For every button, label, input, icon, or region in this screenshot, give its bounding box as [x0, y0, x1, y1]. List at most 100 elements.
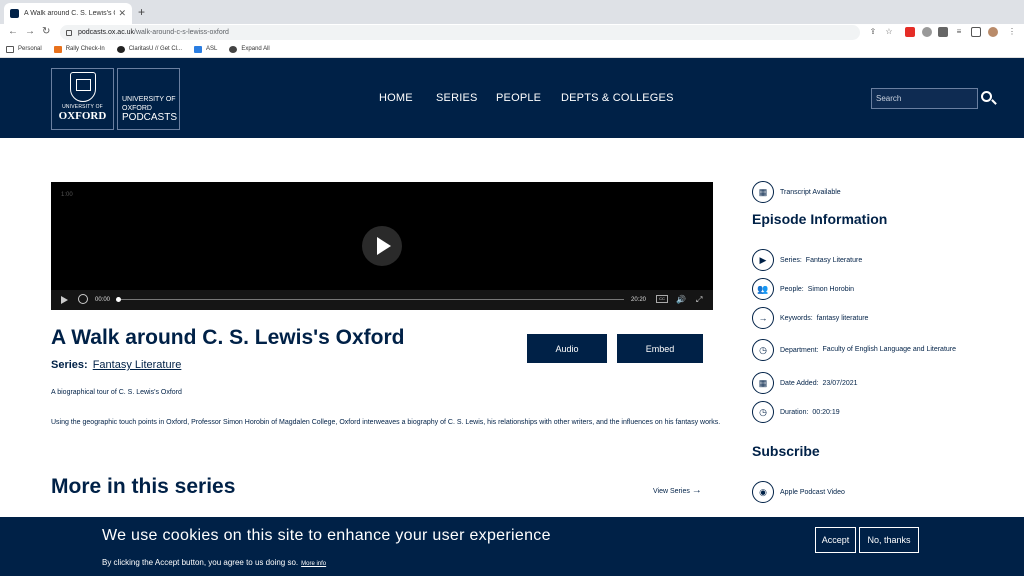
info-keywords-link[interactable]: fantasy literature: [817, 315, 869, 322]
series-label: Series:: [51, 359, 88, 371]
close-tab-icon[interactable]: ✕: [118, 8, 126, 19]
profile-avatar[interactable]: [988, 27, 998, 37]
nav-people[interactable]: PEOPLE: [496, 92, 541, 104]
url-host: podcasts.ox.ac.uk: [78, 29, 135, 36]
transcript-row[interactable]: ▦ Transcript Available: [752, 181, 841, 203]
oxford-logo[interactable]: UNIVERSITY OF OXFORD: [51, 68, 114, 130]
bookmark-expand-all[interactable]: Expand All: [229, 45, 270, 53]
podcasts-logo[interactable]: UNIVERSITY OF OXFORD PODCASTS: [117, 68, 180, 130]
calendar-icon: ▦: [752, 372, 774, 394]
current-time: 00:00: [95, 297, 111, 303]
browser-tab[interactable]: A Walk around C. S. Lewis's Ox ✕: [4, 3, 132, 24]
volume-icon[interactable]: 🔊: [676, 295, 686, 304]
nav-depts-colleges[interactable]: DEPTS & COLLEGES: [561, 92, 674, 104]
claritas-icon: [116, 45, 125, 53]
captions-icon[interactable]: CC: [656, 295, 668, 303]
address-bar-row: ← → ↻ podcasts.ox.ac.uk/walk-around-c-s-…: [0, 24, 1024, 41]
podcast-icon: ◉: [752, 481, 774, 503]
decline-cookies-button[interactable]: No, thanks: [859, 527, 919, 553]
cookie-banner: We use cookies on this site to enhance y…: [0, 517, 1024, 576]
episode-info-heading: Episode Information: [752, 211, 888, 227]
cookie-more-info-link[interactable]: More info: [301, 561, 326, 567]
reload-icon[interactable]: ↻: [42, 26, 50, 37]
podcasts-logo-line1: UNIVERSITY OF: [122, 96, 176, 103]
info-duration-row: ◷ Duration: 00:20:19: [752, 401, 840, 423]
audio-button[interactable]: Audio: [527, 334, 607, 363]
progress-track[interactable]: [118, 299, 624, 300]
arrow-right-icon: →: [752, 307, 774, 329]
bookmark-claritas[interactable]: ClaritasU // Get Cl...: [116, 45, 182, 53]
embed-button[interactable]: Embed: [617, 334, 703, 363]
forward-icon[interactable]: →: [25, 26, 35, 37]
subscribe-heading: Subscribe: [752, 443, 820, 459]
more-in-series-heading: More in this series: [51, 475, 236, 498]
info-people-row: 👥 People: Simon Horobin: [752, 278, 854, 300]
info-date-row: ▦ Date Added: 23/07/2021: [752, 372, 858, 394]
bookmark-star-icon[interactable]: ☆: [884, 27, 894, 37]
search-input[interactable]: Search: [871, 88, 978, 109]
extension-icon[interactable]: [922, 27, 932, 37]
folder-icon: [6, 45, 14, 53]
logo-oxford-text: OXFORD: [58, 110, 107, 122]
search-button[interactable]: [979, 88, 997, 109]
podcasts-logo-line3: PODCASTS: [122, 112, 178, 123]
episode-series: Series: Fantasy Literature: [51, 359, 181, 371]
side-panel-icon[interactable]: [971, 27, 981, 37]
hover-time-tooltip: 1:00: [61, 192, 73, 198]
new-tab-icon[interactable]: +: [138, 5, 145, 19]
clock-icon: ◷: [752, 401, 774, 423]
globe-icon: [229, 45, 238, 53]
tab-title: A Walk around C. S. Lewis's Ox: [24, 10, 116, 17]
cookie-subtext: By clicking the Accept button, you agree…: [102, 558, 327, 567]
rewind-icon[interactable]: [78, 294, 88, 304]
youtube-extension-icon[interactable]: [905, 27, 915, 37]
clock-icon: ◷: [752, 339, 774, 361]
browser-tab-strip: A Walk around C. S. Lewis's Ox ✕ +: [0, 0, 1024, 24]
more-menu-icon[interactable]: ⋮: [1007, 27, 1017, 37]
info-series-link[interactable]: Fantasy Literature: [806, 257, 862, 264]
asl-icon: [194, 45, 203, 53]
url-bar[interactable]: podcasts.ox.ac.uk/walk-around-c-s-lewiss…: [60, 25, 860, 40]
info-keywords-row: → Keywords: fantasy literature: [752, 307, 868, 329]
play-icon[interactable]: [61, 296, 68, 304]
nav-home[interactable]: HOME: [379, 92, 413, 104]
video-player[interactable]: 1:00 00:00 20:20 CC 🔊 ⤢: [51, 182, 713, 310]
info-date-value: 23/07/2021: [822, 379, 858, 387]
arrow-right-icon: →: [691, 485, 702, 496]
episode-long-description: Using the geographic touch points in Oxf…: [51, 419, 721, 426]
people-icon: 👥: [752, 278, 774, 300]
bookmark-rally[interactable]: Rally Check-In: [53, 45, 105, 53]
info-people-link[interactable]: Simon Horobin: [808, 286, 854, 293]
info-duration-value: 00:20:19: [812, 408, 840, 416]
bookmark-asl[interactable]: ASL: [194, 45, 217, 53]
big-play-button[interactable]: [362, 226, 402, 266]
info-department-link[interactable]: Faculty of English Language and Literatu…: [823, 343, 956, 357]
fullscreen-icon[interactable]: ⤢: [696, 295, 702, 305]
apple-podcast-link[interactable]: ◉ Apple Podcast Video: [752, 481, 845, 503]
rally-icon: [53, 45, 62, 53]
progress-knob[interactable]: [116, 297, 121, 302]
site-favicon-icon: [10, 9, 19, 18]
bookmarks-bar: Personal Rally Check-In ClaritasU // Get…: [0, 41, 1024, 58]
bookmark-personal[interactable]: Personal: [6, 45, 42, 53]
view-series-link[interactable]: View Series →: [653, 485, 702, 496]
back-icon[interactable]: ←: [8, 26, 18, 37]
info-department-row: ◷ Department: Faculty of English Language …: [752, 339, 962, 361]
accept-cookies-button[interactable]: Accept: [815, 527, 856, 553]
calendar-icon: ▦: [752, 181, 774, 203]
share-icon[interactable]: ⇪: [868, 27, 878, 37]
duration-time: 20:20: [631, 297, 647, 303]
info-series-row: ▶ Series: Fantasy Literature: [752, 249, 862, 271]
youtube-icon: ▶: [752, 249, 774, 271]
reading-list-icon[interactable]: ≡: [954, 27, 964, 37]
episode-title: A Walk around C. S. Lewis's Oxford: [51, 326, 405, 349]
episode-short-description: A biographical tour of C. S. Lewis's Oxf…: [51, 389, 182, 396]
lock-icon: [66, 29, 72, 36]
player-controls: 00:00 20:20 CC 🔊 ⤢: [51, 290, 713, 310]
series-link[interactable]: Fantasy Literature: [93, 359, 182, 371]
cookie-heading: We use cookies on this site to enhance y…: [102, 527, 551, 544]
oxford-crest-icon: [69, 72, 96, 102]
extension-icon[interactable]: [938, 27, 948, 37]
url-path: /walk-around-c-s-lewiss-oxford: [134, 29, 229, 36]
nav-series[interactable]: SERIES: [436, 92, 478, 104]
